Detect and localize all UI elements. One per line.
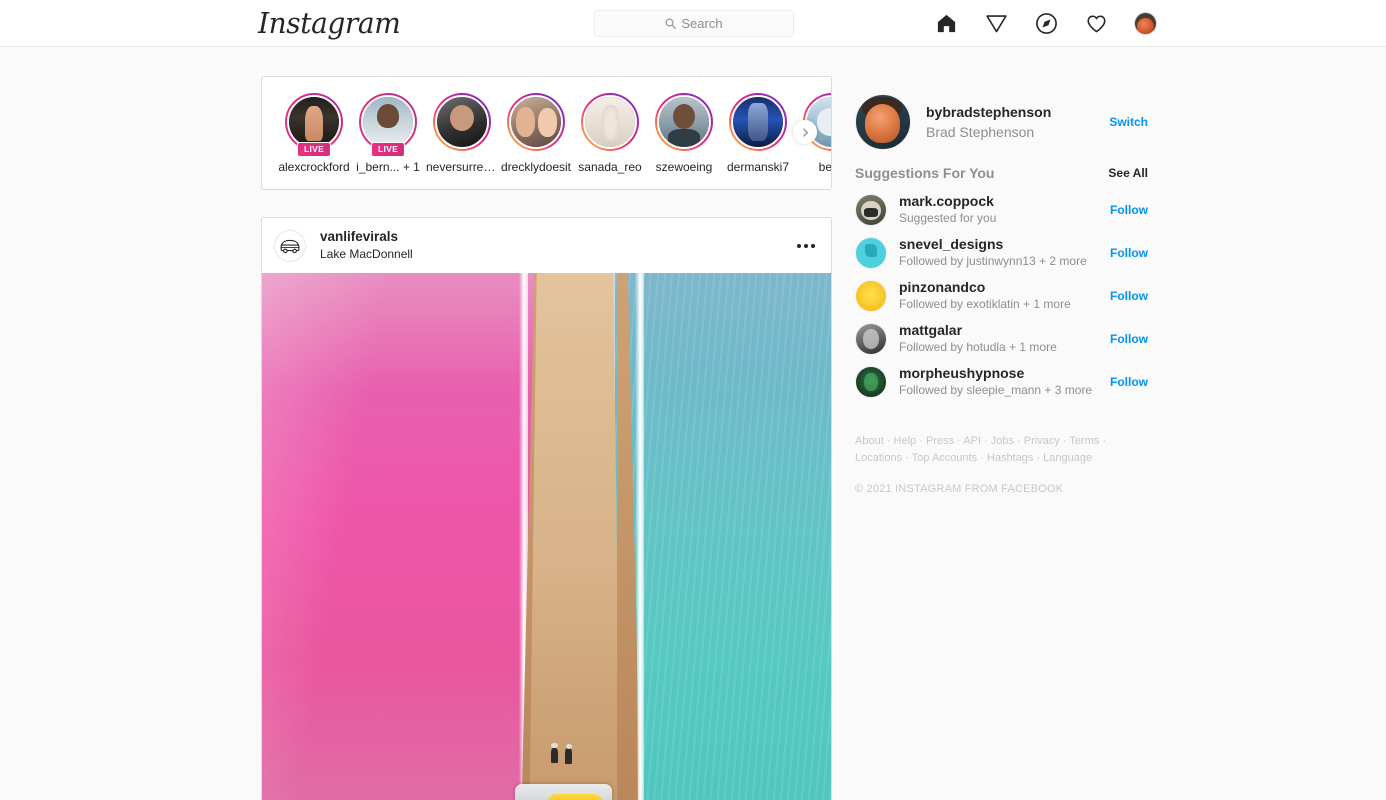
van-icon[interactable] bbox=[274, 229, 306, 262]
story-username: dermanski7 bbox=[726, 160, 790, 174]
story-ring bbox=[433, 93, 491, 151]
story-extra-count: + 1 bbox=[402, 160, 420, 174]
feed-post: vanlifevirals Lake MacDonnell bbox=[261, 217, 832, 800]
suggestion-subtitle: Suggested for you bbox=[899, 211, 997, 226]
search-input[interactable]: Search bbox=[594, 10, 794, 37]
footer-links: About · Help · Press · API · Jobs · Priv… bbox=[855, 435, 1107, 464]
story-ring: LIVE bbox=[285, 93, 343, 157]
home-icon[interactable] bbox=[934, 11, 959, 36]
story-username: beno bbox=[818, 160, 832, 174]
post-header: vanlifevirals Lake MacDonnell bbox=[262, 218, 831, 273]
story-item[interactable]: LIVE i_bern... + 1 bbox=[351, 93, 425, 174]
follow-button[interactable]: Follow bbox=[1110, 332, 1148, 346]
story-username: szewoeing bbox=[655, 160, 713, 174]
suggestion-avatar[interactable] bbox=[855, 236, 887, 269]
footer-link[interactable]: About bbox=[855, 435, 884, 447]
story-username: i_bern... + 1 bbox=[356, 160, 420, 174]
story-item[interactable]: dermanski7 bbox=[721, 93, 795, 174]
top-navigation-bar: Instagram Search bbox=[0, 0, 1386, 47]
stories-next-button[interactable] bbox=[793, 120, 817, 144]
follow-button[interactable]: Follow bbox=[1110, 289, 1148, 303]
suggestion-subtitle: Followed by hotudla + 1 more bbox=[899, 340, 1057, 355]
current-username[interactable]: bybradstephenson bbox=[926, 103, 1109, 121]
post-username[interactable]: vanlifevirals bbox=[320, 229, 413, 246]
stories-tray: LIVE alexcrockford LIVE i_bern... + 1 ne… bbox=[261, 76, 832, 190]
sidebar-footer: About · Help · Press · API · Jobs · Priv… bbox=[855, 433, 1148, 495]
sidebar: bybradstephenson Brad Stephenson Switch … bbox=[855, 94, 1148, 495]
suggestions-header: Suggestions For You See All bbox=[855, 165, 1148, 181]
heart-icon[interactable] bbox=[1084, 11, 1109, 36]
story-username: sanada_reo bbox=[578, 160, 642, 174]
post-location[interactable]: Lake MacDonnell bbox=[320, 247, 413, 262]
footer-link[interactable]: Press bbox=[926, 435, 954, 447]
paper-plane-icon[interactable] bbox=[984, 11, 1009, 36]
footer-link[interactable]: Privacy bbox=[1024, 435, 1060, 447]
story-ring bbox=[507, 93, 565, 151]
story-ring bbox=[581, 93, 639, 151]
story-item[interactable]: neversurren... bbox=[425, 93, 499, 174]
suggestion-subtitle: Followed by sleepie_mann + 3 more bbox=[899, 383, 1093, 398]
post-image[interactable] bbox=[262, 273, 831, 800]
story-username: neversurren... bbox=[426, 160, 499, 174]
story-username: drecklydoesit bbox=[500, 160, 572, 174]
stories-track[interactable]: LIVE alexcrockford LIVE i_bern... + 1 ne… bbox=[262, 93, 831, 174]
search-icon bbox=[665, 18, 677, 29]
instagram-logo[interactable]: Instagram bbox=[258, 7, 401, 41]
switch-account-button[interactable]: Switch bbox=[1109, 115, 1148, 129]
suggestion-username[interactable]: mark.coppock bbox=[899, 192, 1110, 210]
profile-avatar[interactable] bbox=[1134, 12, 1157, 35]
feed-column: LIVE alexcrockford LIVE i_bern... + 1 ne… bbox=[261, 76, 832, 800]
suggestions-list: mark.coppock Suggested for you Follow sn… bbox=[855, 188, 1148, 403]
story-item[interactable]: sanada_reo bbox=[573, 93, 647, 174]
footer-link[interactable]: Top Accounts bbox=[912, 452, 977, 464]
search-placeholder: Search bbox=[681, 16, 723, 31]
story-username: alexcrockford bbox=[278, 160, 350, 174]
see-all-button[interactable]: See All bbox=[1108, 166, 1148, 180]
current-user-row: bybradstephenson Brad Stephenson Switch bbox=[855, 94, 1148, 150]
live-badge: LIVE bbox=[296, 141, 332, 157]
list-item: mark.coppock Suggested for you Follow bbox=[855, 188, 1148, 231]
suggestion-avatar[interactable] bbox=[855, 193, 887, 226]
story-item[interactable]: drecklydoesit bbox=[499, 93, 573, 174]
footer-link[interactable]: Terms bbox=[1069, 435, 1099, 447]
list-item: snevel_designs Followed by justinwynn13 … bbox=[855, 231, 1148, 274]
follow-button[interactable]: Follow bbox=[1110, 246, 1148, 260]
suggestion-username[interactable]: mattgalar bbox=[899, 321, 1110, 339]
footer-link[interactable]: Help bbox=[894, 435, 917, 447]
live-badge: LIVE bbox=[370, 141, 406, 157]
footer-link[interactable]: Hashtags bbox=[987, 452, 1033, 464]
suggestion-username[interactable]: pinzonandco bbox=[899, 278, 1110, 296]
nav-icon-group bbox=[934, 0, 1157, 47]
suggestion-avatar[interactable] bbox=[855, 365, 887, 398]
story-ring: LIVE bbox=[359, 93, 417, 157]
follow-button[interactable]: Follow bbox=[1110, 203, 1148, 217]
story-ring bbox=[729, 93, 787, 151]
story-item[interactable]: szewoeing bbox=[647, 93, 721, 174]
suggestion-username[interactable]: snevel_designs bbox=[899, 235, 1110, 253]
footer-link[interactable]: Language bbox=[1043, 452, 1092, 464]
footer-link[interactable]: Locations bbox=[855, 452, 902, 464]
suggestion-subtitle: Followed by exotiklatin + 1 more bbox=[899, 297, 1071, 312]
current-user-avatar[interactable] bbox=[855, 94, 911, 150]
suggestion-avatar[interactable] bbox=[855, 322, 887, 355]
compass-icon[interactable] bbox=[1034, 11, 1059, 36]
more-options-icon[interactable] bbox=[797, 243, 815, 248]
suggestion-username[interactable]: morpheushypnose bbox=[899, 364, 1110, 382]
suggestions-title: Suggestions For You bbox=[855, 165, 995, 181]
list-item: mattgalar Followed by hotudla + 1 more F… bbox=[855, 317, 1148, 360]
story-item[interactable]: LIVE alexcrockford bbox=[277, 93, 351, 174]
current-fullname: Brad Stephenson bbox=[926, 123, 1035, 140]
footer-copyright: © 2021 INSTAGRAM FROM FACEBOOK bbox=[855, 483, 1064, 495]
follow-button[interactable]: Follow bbox=[1110, 375, 1148, 389]
list-item: pinzonandco Followed by exotiklatin + 1 … bbox=[855, 274, 1148, 317]
footer-link[interactable]: Jobs bbox=[991, 435, 1014, 447]
footer-link[interactable]: API bbox=[963, 435, 981, 447]
suggestion-avatar[interactable] bbox=[855, 279, 887, 312]
story-ring bbox=[655, 93, 713, 151]
list-item: morpheushypnose Followed by sleepie_mann… bbox=[855, 360, 1148, 403]
suggestion-subtitle: Followed by justinwynn13 + 2 more bbox=[899, 254, 1087, 269]
